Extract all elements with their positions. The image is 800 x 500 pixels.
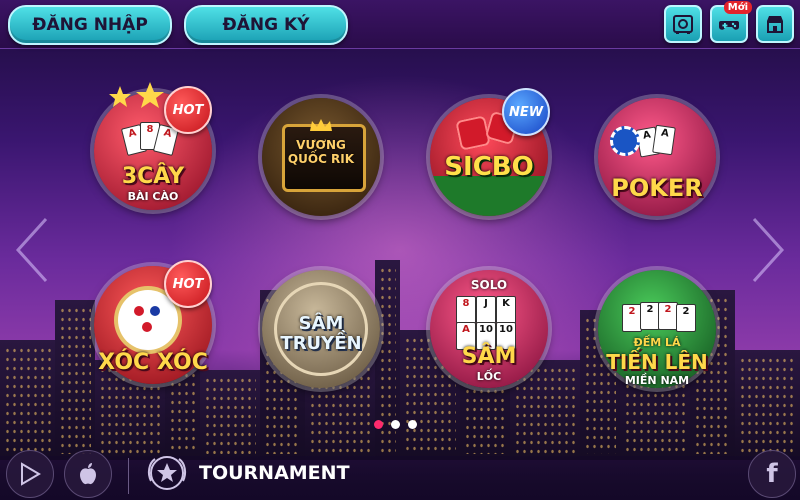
safe-icon (673, 15, 693, 34)
card: K (496, 296, 516, 324)
bottom-bar (0, 456, 800, 500)
apple-icon (80, 463, 96, 485)
safe-button[interactable] (664, 5, 702, 43)
game-title: XÓC XÓC (98, 350, 208, 375)
game-tien-len[interactable]: 2 2 2 2 ĐẾM LÁ TIẾN LÊN MIỀN NAM (598, 270, 716, 388)
page-dot[interactable] (374, 420, 383, 429)
card: 2 (640, 302, 660, 330)
new-badge: NEW (502, 88, 550, 136)
card: 2 (658, 302, 678, 330)
new-badge: Mới (723, 1, 752, 14)
game-title: SICBO (444, 152, 534, 182)
shop-icon (767, 16, 783, 33)
card: 2 (676, 304, 696, 332)
tournament-label: TOURNAMENT (199, 462, 350, 484)
page-indicator (374, 420, 417, 429)
game-3cay[interactable]: A 8 A 3CÂY BÀI CÀO HOT (94, 82, 212, 210)
next-page-arrow[interactable] (748, 215, 788, 285)
game-title: SÂM (461, 344, 517, 369)
register-button[interactable]: ĐĂNG KÝ (184, 5, 348, 45)
hot-badge: HOT (164, 86, 212, 134)
game-vuong-quoc-rik[interactable]: VƯƠNG QUỐC RIK (262, 98, 380, 216)
previous-page-arrow[interactable] (12, 215, 52, 285)
tournament-button[interactable]: TOURNAMENT (145, 451, 350, 495)
game-poker[interactable]: A A POKER (598, 98, 716, 216)
card: 2 (622, 304, 642, 332)
crown-icon (310, 119, 332, 131)
page-dot[interactable] (408, 420, 417, 429)
background-glow (150, 60, 650, 440)
page-dot[interactable] (391, 420, 400, 429)
game-subtitle: MIỀN NAM (624, 374, 690, 387)
game-top-label: ĐẾM LÁ (633, 336, 681, 349)
game-top-label: SOLO (470, 278, 508, 292)
game-subtitle: BÀI CÀO (127, 190, 179, 203)
game-sam-truyen[interactable]: SÂM TRUYỀN (262, 270, 380, 388)
facebook-icon: f (766, 459, 778, 489)
shop-button[interactable] (756, 5, 794, 43)
game-title: SÂM TRUYỀN (280, 313, 362, 354)
game-title: TIẾN LÊN (606, 350, 708, 374)
play-store-icon (21, 462, 41, 486)
stars-icon (109, 82, 164, 108)
events-button[interactable]: Mới (710, 1, 752, 43)
game-title: POKER (611, 174, 703, 202)
gamepad-icon (719, 21, 739, 30)
app-store-button[interactable] (64, 450, 112, 498)
game-xoc-xoc[interactable]: XÓC XÓC HOT (94, 260, 212, 384)
google-play-button[interactable] (6, 450, 54, 498)
game-sam-loc[interactable]: 8 J K A 10 10 SOLO SÂM LỐC (430, 270, 548, 388)
card: J (476, 296, 496, 324)
divider (128, 458, 129, 494)
game-title: 3CÂY (121, 164, 185, 189)
tournament-star-icon (147, 456, 187, 490)
top-bar: ĐĂNG NHẬP ĐĂNG KÝ Mới (0, 0, 800, 49)
facebook-button[interactable]: f (748, 450, 796, 498)
hot-badge: HOT (164, 260, 212, 308)
card: 8 (456, 296, 476, 324)
game-subtitle: LỐC (476, 370, 502, 383)
game-sicbo[interactable]: SICBO NEW (430, 88, 550, 216)
game-title: VƯƠNG QUỐC RIK (287, 138, 355, 166)
card: A (652, 124, 676, 156)
login-button[interactable]: ĐĂNG NHẬP (8, 5, 172, 45)
